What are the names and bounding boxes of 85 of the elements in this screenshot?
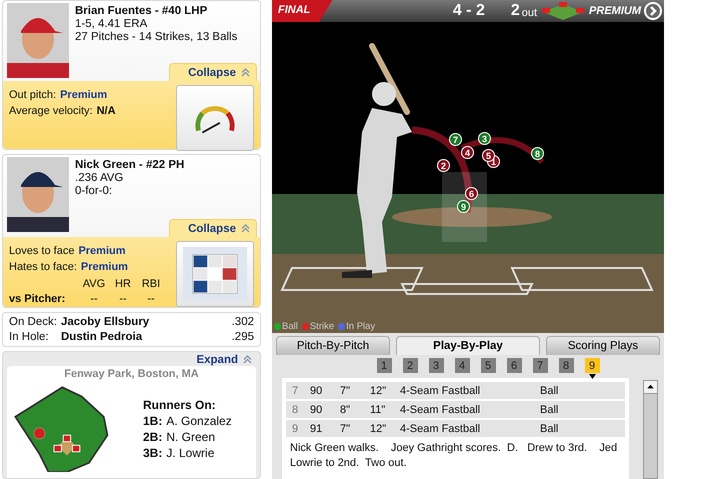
legend-label: Strike bbox=[310, 321, 334, 332]
table-cell-text: 90 bbox=[310, 384, 324, 396]
table-cell-text: 12" bbox=[370, 422, 388, 434]
stat-label: Loves to face bbox=[9, 245, 74, 257]
stat-label: Average velocity: bbox=[9, 105, 93, 117]
table-cell-text: 12" bbox=[370, 384, 388, 396]
ballpark-name: Fenway Park, Boston, MA bbox=[64, 368, 199, 380]
game-status: FINAL bbox=[272, 0, 332, 22]
pitch-count: 27 Pitches - 14 Strikes, 13 Balls bbox=[75, 31, 238, 43]
stat-value: -- bbox=[146, 293, 156, 305]
hot-zone-grid-icon bbox=[176, 241, 254, 307]
batter-today: 0-for-0: bbox=[75, 185, 114, 197]
player-name: Dustin Pedroia bbox=[61, 331, 144, 343]
column-header: AVG bbox=[82, 278, 106, 290]
tab[interactable]: Play-By-Play bbox=[396, 336, 540, 355]
due-up-label: On Deck: bbox=[9, 316, 58, 328]
runners-title: Runners On: bbox=[143, 398, 217, 412]
premium-link[interactable]: Premium bbox=[78, 245, 126, 257]
stat-value: -- bbox=[89, 293, 99, 305]
inning-button[interactable]: 2 bbox=[402, 358, 418, 373]
stat-label: Out pitch: bbox=[9, 89, 56, 101]
stat-value: N/A bbox=[96, 105, 116, 117]
outs-count: 2 bbox=[510, 2, 520, 20]
player-name: Jacoby Ellsbury bbox=[61, 316, 150, 328]
game-score: 4 - 2 bbox=[452, 2, 485, 20]
batter-name: Nick Green - #22 PH bbox=[75, 159, 184, 171]
outs-label: out bbox=[522, 6, 538, 18]
runner-name: A. Gonzalez bbox=[166, 414, 232, 428]
pitcher-record: 1-5, 4.41 ERA bbox=[75, 18, 148, 30]
table-cell-text: 11" bbox=[370, 404, 386, 416]
table-cell-text: 7 bbox=[292, 384, 300, 396]
play-description: Nick Green walks. Joey Gathright scores. D. Drew to 3rd. Jed Lowrie to 2nd. Two out. bbox=[290, 441, 618, 471]
table-cell-text: Ball bbox=[540, 384, 560, 396]
runner-name: N. Green bbox=[166, 430, 216, 444]
inning-button[interactable]: 4 bbox=[454, 358, 470, 373]
velocity-gauge-icon bbox=[176, 85, 254, 151]
inning-button[interactable]: 9 bbox=[584, 358, 600, 373]
chevron-up-icon bbox=[241, 224, 250, 233]
chevron-up-icon bbox=[243, 355, 252, 364]
base-label: 1B: bbox=[143, 414, 162, 428]
table-cell-text: 90 bbox=[310, 404, 324, 416]
table-cell-text: 4-Seam Fastball bbox=[400, 404, 482, 416]
vs-pitcher-label: vs Pitcher: bbox=[9, 293, 66, 305]
table-cell-text: 9 bbox=[292, 422, 300, 434]
column-header: HR bbox=[114, 278, 132, 290]
player-average: .295 bbox=[232, 331, 254, 343]
runner-name: J. Lowrie bbox=[166, 446, 214, 460]
inning-button[interactable]: 7 bbox=[532, 358, 548, 373]
table-cell-text: 4-Seam Fastball bbox=[400, 422, 482, 434]
table-cell-text: 4-Seam Fastball bbox=[400, 384, 482, 396]
legend-label: Ball bbox=[282, 321, 298, 332]
premium-link[interactable]: Premium bbox=[60, 89, 108, 101]
inning-button[interactable]: 8 bbox=[558, 358, 574, 373]
column-header: RBI bbox=[140, 278, 162, 290]
inning-button[interactable]: 3 bbox=[428, 358, 444, 373]
inning-button[interactable]: 1 bbox=[376, 358, 392, 373]
legend-label: In Play bbox=[346, 321, 376, 332]
tab[interactable]: Pitch-By-Pitch bbox=[276, 336, 390, 355]
player-average: .302 bbox=[232, 316, 254, 328]
collapse-button[interactable]: Collapse bbox=[169, 219, 257, 237]
base-label: 2B: bbox=[143, 430, 162, 444]
inning-button[interactable]: 6 bbox=[506, 358, 522, 373]
premium-link[interactable]: Premium bbox=[80, 261, 128, 273]
expand-button[interactable]: Expand bbox=[192, 354, 256, 366]
bases-diamond-icon bbox=[541, 2, 586, 20]
stat-label: Hates to face: bbox=[9, 261, 77, 273]
chevron-up-icon bbox=[241, 68, 250, 77]
table-cell-text: 7" bbox=[340, 422, 352, 434]
table-cell-text: 91 bbox=[310, 422, 324, 434]
base-label: 3B: bbox=[143, 446, 162, 460]
premium-label: PREMIUM bbox=[589, 5, 641, 17]
table-cell-text: 8" bbox=[340, 404, 352, 416]
stat-value: -- bbox=[118, 293, 128, 305]
scrollbar[interactable] bbox=[643, 380, 658, 479]
collapse-button[interactable]: Collapse bbox=[169, 63, 257, 81]
batter-average: .236 AVG bbox=[75, 172, 124, 184]
table-cell-text: 8 bbox=[292, 404, 300, 416]
scroll-up-icon[interactable] bbox=[644, 381, 657, 394]
table-cell-text: Ball bbox=[540, 422, 560, 434]
table-cell-text: 7" bbox=[340, 384, 352, 396]
table-cell-text: Ball bbox=[540, 404, 560, 416]
due-up-label: In Hole: bbox=[9, 331, 50, 343]
inning-button[interactable]: 5 bbox=[480, 358, 496, 373]
pitcher-name: Brian Fuentes - #40 LHP bbox=[75, 5, 208, 17]
tab[interactable]: Scoring Plays bbox=[546, 336, 660, 355]
